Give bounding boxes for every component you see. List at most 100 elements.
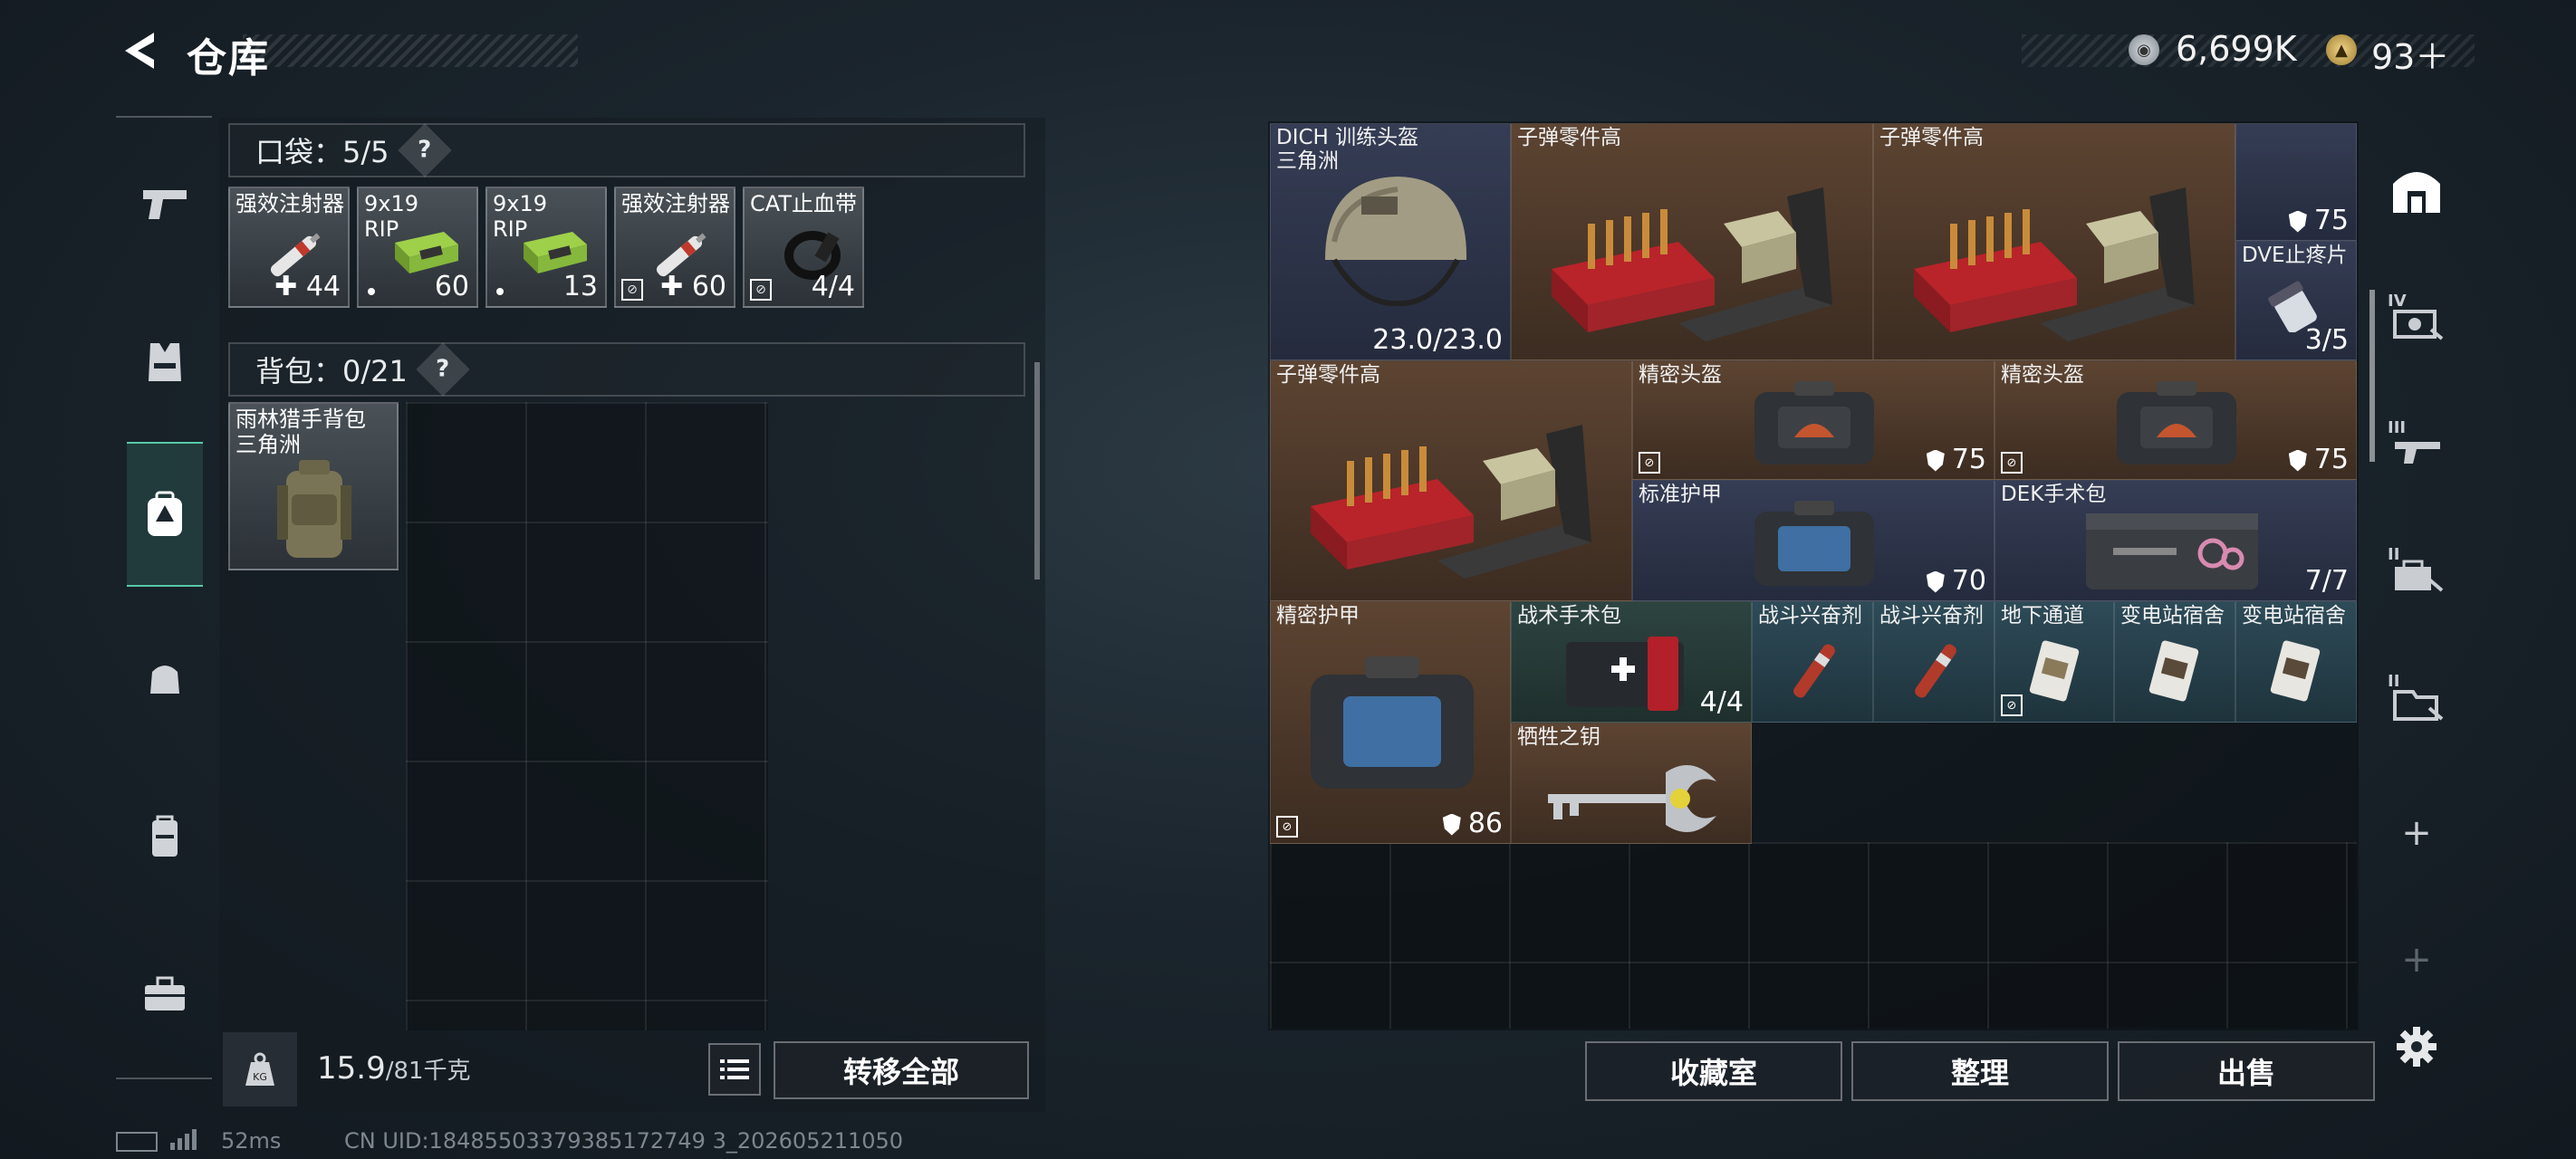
item-count: 13 bbox=[562, 271, 598, 302]
stash-item-tactical-surgical-kit[interactable]: 战术手术包 4/4 bbox=[1511, 601, 1752, 723]
stim-injector-icon bbox=[1793, 644, 1835, 698]
silver-currency-value: 6,699K bbox=[2176, 29, 2297, 69]
stash-empty-grid[interactable] bbox=[1270, 842, 2357, 1029]
page-ii-icon: II bbox=[2388, 545, 2446, 596]
weight-max: /81千克 bbox=[385, 1058, 471, 1085]
stash-item-helmet-dich[interactable]: DICH 训练头盔 三角洲 23.0/23.0 bbox=[1270, 123, 1511, 360]
first-aid-kit-icon bbox=[1566, 637, 1684, 711]
stash-item-standard-armor[interactable]: 标准护甲 70 bbox=[1632, 480, 1994, 601]
ammo-parts-crate-icon bbox=[1552, 187, 1832, 341]
gold-currency-value[interactable]: 93＋ bbox=[2371, 29, 2449, 79]
pocket-slot-2[interactable]: 9x19 RIP 60 bbox=[357, 187, 478, 308]
ammo-indicator bbox=[368, 288, 375, 295]
add-stash-page-button[interactable]: + bbox=[2380, 797, 2453, 869]
pouch-icon bbox=[150, 666, 179, 694]
ammo-parts-crate-icon bbox=[1311, 425, 1591, 579]
unsellable-icon: ⊘ bbox=[2001, 452, 2023, 474]
stash-item-dve-painkiller[interactable]: DVE止疼片 3/5 bbox=[2235, 241, 2357, 360]
item-durability: 75 bbox=[2288, 444, 2349, 475]
battery-icon bbox=[116, 1132, 158, 1152]
stash-item-sacrifice-key[interactable]: 牺牲之钥 bbox=[1511, 723, 1752, 844]
nav-pouch[interactable] bbox=[127, 639, 203, 715]
item-name: 标准护甲 bbox=[1639, 483, 1722, 506]
vest-icon bbox=[149, 343, 181, 381]
silver-coin-icon: ◉ bbox=[2129, 34, 2159, 65]
stash-page-iv[interactable]: IV bbox=[2380, 281, 2453, 353]
item-durability: 75 bbox=[2288, 205, 2349, 236]
item-name: 地下通道 bbox=[2001, 604, 2084, 627]
rig-icon bbox=[152, 815, 178, 857]
transfer-all-button[interactable]: 转移全部 bbox=[774, 1041, 1029, 1099]
ammo-indicator bbox=[496, 288, 504, 295]
stash-item-combat-stim-2[interactable]: 战斗兴奋剂 bbox=[1873, 601, 1994, 723]
svg-text:KG: KG bbox=[253, 1071, 267, 1083]
stash-item-key-underground-passage[interactable]: 地下通道 ⊘ bbox=[1994, 601, 2114, 723]
backpack-item-icon bbox=[277, 460, 351, 558]
stash-scrollbar[interactable] bbox=[2369, 290, 2375, 462]
stash-page-ii[interactable]: II bbox=[2380, 534, 2453, 607]
backpack-header: 背包：0/21 ? bbox=[228, 342, 1025, 397]
item-name: 变电站宿舍 bbox=[2242, 604, 2346, 627]
item-name: 子弹零件高 bbox=[1276, 363, 1380, 387]
nav-weapon[interactable] bbox=[127, 167, 203, 243]
item-count: 7/7 bbox=[2304, 565, 2349, 597]
backpack-help-icon[interactable]: ? bbox=[416, 342, 470, 397]
stash-item-armor-partial[interactable]: 75 bbox=[2235, 123, 2357, 241]
settings-button[interactable] bbox=[2380, 1011, 2453, 1083]
pocket-help-icon[interactable]: ? bbox=[397, 123, 452, 177]
pocket-slot-3[interactable]: 9x19 RIP 13 bbox=[485, 187, 607, 308]
item-name: 精密护甲 bbox=[1276, 604, 1360, 627]
pistol-icon bbox=[143, 190, 187, 219]
shield-icon bbox=[1442, 813, 1461, 836]
stash-item-precision-helmet-2[interactable]: 精密头盔 ⊘ 75 bbox=[1994, 360, 2357, 480]
keycard-icon bbox=[2270, 640, 2321, 702]
item-count: ✚ 44 bbox=[274, 271, 341, 302]
backpack-grid[interactable] bbox=[406, 402, 768, 1030]
pocket-slot-5[interactable]: CAT止血带 ⊘ 4/4 bbox=[743, 187, 864, 308]
stash-item-ammo-parts-2[interactable]: 子弹零件高 bbox=[1873, 123, 2235, 360]
pocket-slot-1[interactable]: 强效注射器 ✚ 44 bbox=[228, 187, 350, 308]
pocket-slot-4[interactable]: 强效注射器 ⊘ ✚ 60 bbox=[614, 187, 735, 308]
signal-icon bbox=[168, 1128, 205, 1150]
ping-readout: 52ms bbox=[221, 1128, 282, 1154]
stash-item-precision-helmet-1[interactable]: 精密头盔 ⊘ 75 bbox=[1632, 360, 1994, 480]
stash-item-precision-armor[interactable]: 精密护甲 ⊘ 86 bbox=[1270, 601, 1511, 844]
nav-backpack-active[interactable] bbox=[127, 442, 203, 587]
page-iv-icon: IV bbox=[2388, 292, 2446, 342]
stash-item-ammo-parts-3[interactable]: 子弹零件高 bbox=[1270, 360, 1632, 601]
nav-case[interactable] bbox=[127, 956, 203, 1032]
stash-item-key-substation-dorm-1[interactable]: 变电站宿舍 bbox=[2114, 601, 2235, 723]
nav-rig[interactable] bbox=[127, 799, 203, 875]
back-button[interactable] bbox=[116, 29, 159, 72]
surgical-kit-icon bbox=[2086, 513, 2258, 589]
stash-item-key-substation-dorm-2[interactable]: 变电站宿舍 bbox=[2235, 601, 2357, 723]
list-view-button[interactable] bbox=[708, 1043, 761, 1096]
armor-case-icon bbox=[1754, 501, 1874, 586]
collection-room-button[interactable]: 收藏室 bbox=[1585, 1041, 1842, 1101]
shield-icon bbox=[2288, 210, 2307, 233]
nav-divider-top bbox=[116, 116, 212, 118]
armor-case-icon bbox=[1311, 656, 1474, 789]
stash-page-iii[interactable]: III bbox=[2380, 407, 2453, 480]
item-count: 4/4 bbox=[811, 271, 855, 302]
item-name: DVE止疼片 bbox=[2242, 244, 2348, 267]
page-iii-icon: III bbox=[2388, 418, 2446, 469]
stash-page-home[interactable] bbox=[2380, 154, 2453, 226]
title-decor-stripe bbox=[243, 34, 578, 67]
settings-gear-icon bbox=[2397, 1027, 2437, 1067]
nav-armor[interactable] bbox=[127, 324, 203, 400]
shield-icon bbox=[2288, 449, 2307, 472]
stash-page-i[interactable]: II bbox=[2380, 661, 2453, 733]
item-name: 雨林猎手背包 三角洲 bbox=[235, 407, 366, 457]
unsellable-icon: ⊘ bbox=[621, 279, 643, 301]
item-name: 精密头盔 bbox=[2001, 363, 2084, 387]
stash-item-dek-surgical-kit[interactable]: DEK手术包 7/7 bbox=[1994, 480, 2357, 601]
item-count: 3/5 bbox=[2304, 324, 2349, 356]
loadout-scrollbar[interactable] bbox=[1034, 362, 1040, 580]
sell-button[interactable]: 出售 bbox=[2118, 1041, 2375, 1101]
equipped-backpack[interactable]: 雨林猎手背包 三角洲 bbox=[228, 402, 399, 570]
stash-item-ammo-parts-1[interactable]: 子弹零件高 bbox=[1511, 123, 1873, 360]
stash-item-combat-stim-1[interactable]: 战斗兴奋剂 bbox=[1752, 601, 1873, 723]
sort-button[interactable]: 整理 bbox=[1851, 1041, 2109, 1101]
gold-coin-icon: ▲ bbox=[2326, 34, 2357, 65]
